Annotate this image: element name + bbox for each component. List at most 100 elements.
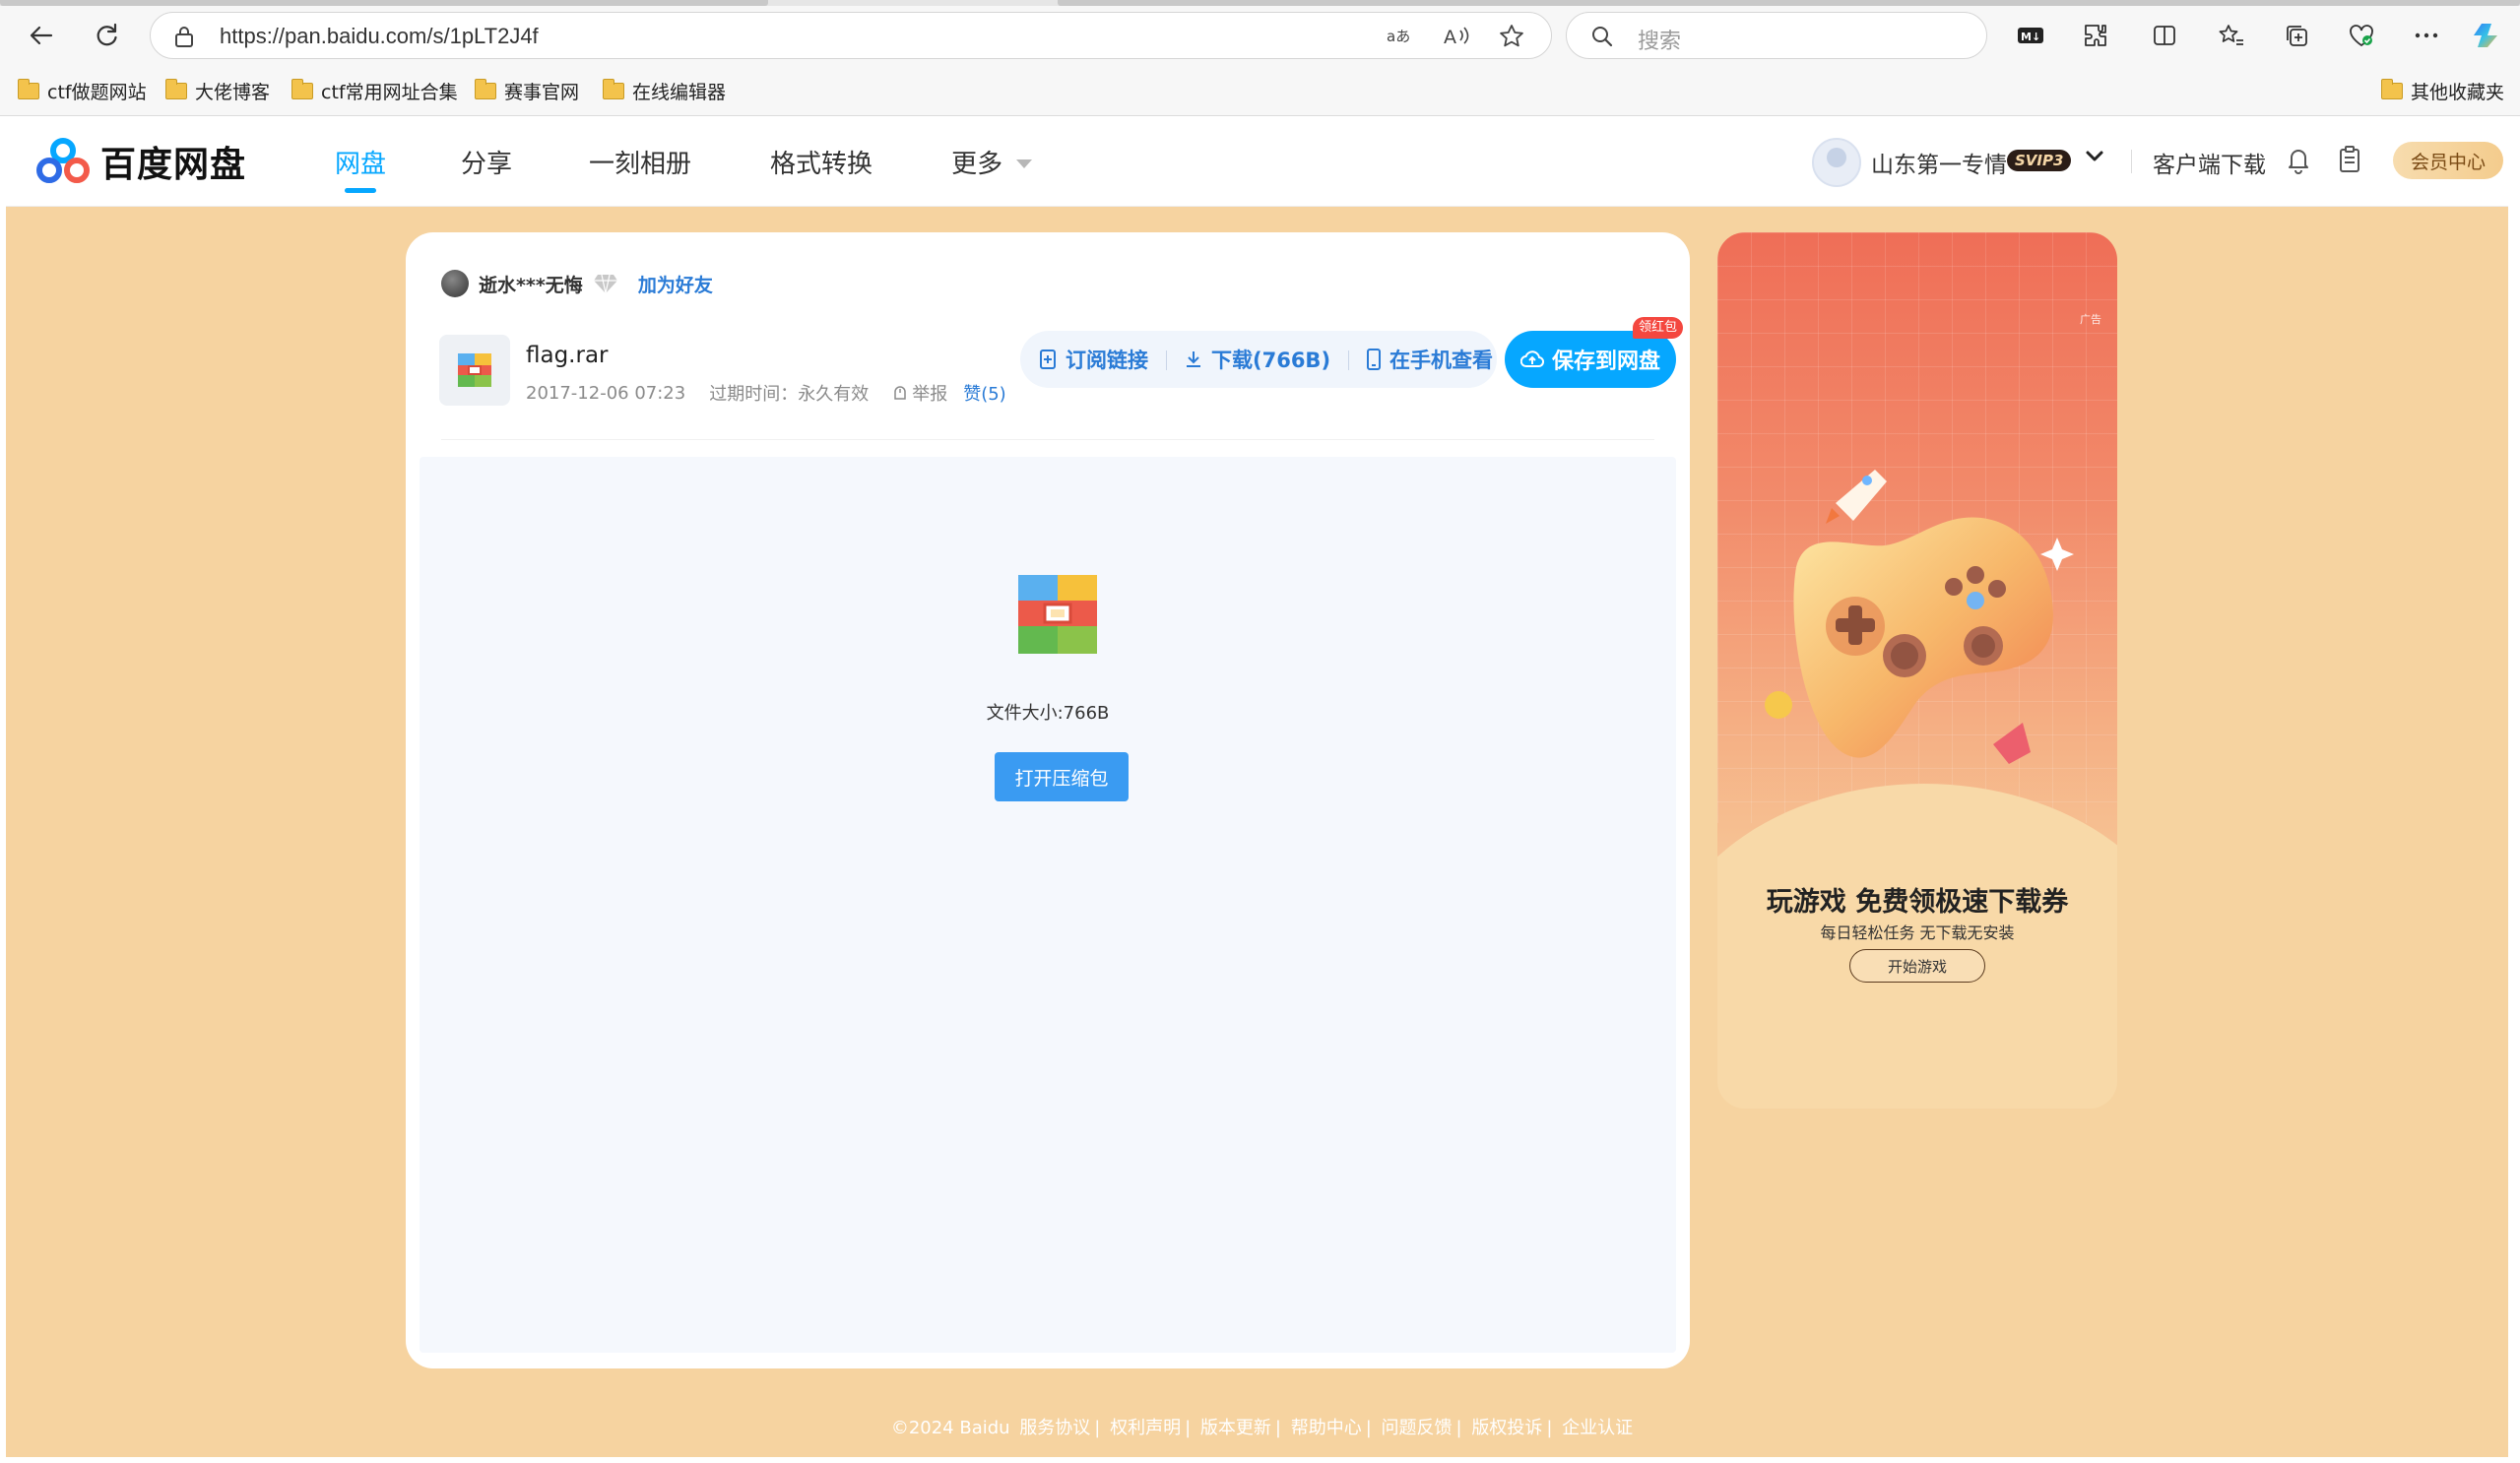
download-button[interactable]: 下载(766B) bbox=[1166, 345, 1348, 374]
subscribe-link-button[interactable]: 订阅链接 bbox=[1020, 345, 1166, 374]
read-aloud-icon[interactable]: A bbox=[1441, 21, 1472, 52]
bell-icon[interactable] bbox=[2283, 144, 2314, 175]
bookmarks-bar: ctf做题网站 大佬博客 ctf常用网址合集 赛事官网 在线编辑器 其他收藏夹 bbox=[0, 71, 2520, 110]
folder-icon bbox=[602, 78, 624, 99]
sharer-name[interactable]: 逝水***无悔 bbox=[479, 271, 583, 297]
browser-essentials-icon[interactable] bbox=[2344, 18, 2379, 53]
file-size-text: 文件大小:766B bbox=[986, 703, 1110, 724]
footer-link[interactable]: 版权投诉 bbox=[1471, 1418, 1542, 1438]
back-icon[interactable] bbox=[22, 16, 61, 55]
ad-subtitle: 每日轻松任务 无下载无安装 bbox=[1820, 923, 2015, 942]
markdown-extension-icon[interactable]: M↓ bbox=[2013, 18, 2048, 53]
add-friend-link[interactable]: 加为好友 bbox=[638, 271, 713, 297]
user-avatar[interactable] bbox=[1812, 138, 1861, 187]
download-icon bbox=[1187, 351, 1200, 367]
game-ad-banner[interactable]: 广告 玩游戏 免费领极速下载券 每日轻松任务 无下载无安装 开始游戏 bbox=[1717, 232, 2117, 1109]
lock-icon[interactable] bbox=[168, 21, 200, 52]
baidu-netdisk-logo[interactable]: 百度网盘 bbox=[35, 136, 246, 187]
site-header: 百度网盘 网盘 分享 一刻相册 格式转换 更多 山东第一专情 SVIP3 客户端… bbox=[6, 116, 2508, 207]
nav-share[interactable]: 分享 bbox=[461, 116, 512, 207]
username[interactable]: 山东第一专情 bbox=[1871, 146, 2007, 179]
footer-link[interactable]: 问题反馈 bbox=[1382, 1418, 1453, 1438]
browser-chrome: https://pan.baidu.com/s/1pLT2J4f aあ A 搜索… bbox=[0, 0, 2520, 116]
caret-down-icon bbox=[1016, 159, 1033, 168]
save-to-disk-button[interactable]: 保存到网盘 bbox=[1505, 331, 1676, 388]
refresh-icon[interactable] bbox=[87, 16, 126, 55]
collections-icon[interactable] bbox=[2279, 18, 2314, 53]
url-text[interactable]: https://pan.baidu.com/s/1pLT2J4f bbox=[220, 24, 539, 49]
tab-indicator[interactable] bbox=[0, 0, 768, 6]
footer-link[interactable]: 服务协议 bbox=[1019, 1418, 1090, 1438]
copilot-icon[interactable] bbox=[2470, 18, 2505, 53]
main-nav: 网盘 分享 一刻相册 格式转换 更多 bbox=[335, 116, 1033, 207]
subscribe-label: 订阅链接 bbox=[1066, 349, 1148, 372]
divider bbox=[2131, 150, 2132, 173]
rar-file-icon bbox=[439, 335, 510, 406]
bookmark-add-icon bbox=[1040, 350, 1056, 369]
bookmark-folder[interactable]: 赛事官网 bbox=[474, 75, 580, 106]
translate-icon[interactable]: aあ bbox=[1384, 21, 1415, 52]
svg-text:aあ: aあ bbox=[1387, 28, 1410, 45]
chevron-down-icon[interactable] bbox=[2084, 146, 2105, 167]
nav-more[interactable]: 更多 bbox=[951, 116, 1033, 207]
bookmark-folder[interactable]: ctf做题网站 bbox=[17, 75, 147, 106]
nav-album[interactable]: 一刻相册 bbox=[589, 116, 691, 207]
share-date: 2017-12-06 07:23 bbox=[526, 382, 686, 404]
folder-icon bbox=[164, 78, 187, 99]
address-bar[interactable]: https://pan.baidu.com/s/1pLT2J4f aあ A bbox=[150, 12, 1552, 59]
ad-label: 广告 bbox=[2080, 313, 2101, 326]
bookmark-label: 其他收藏夹 bbox=[2411, 81, 2505, 103]
divider bbox=[441, 439, 1654, 440]
nav-label: 格式转换 bbox=[770, 149, 873, 179]
footer-link[interactable]: 版本更新 bbox=[1200, 1418, 1271, 1438]
search-placeholder[interactable]: 搜索 bbox=[1638, 24, 1681, 55]
extensions-icon[interactable] bbox=[2078, 18, 2113, 53]
expire-value: 永久有效 bbox=[798, 384, 870, 405]
open-archive-button[interactable]: 打开压缩包 bbox=[995, 752, 1129, 801]
bookmark-folder[interactable]: ctf常用网址合集 bbox=[291, 75, 458, 106]
sharer-avatar[interactable] bbox=[441, 270, 469, 297]
browser-toolbar: https://pan.baidu.com/s/1pLT2J4f aあ A 搜索… bbox=[0, 10, 2520, 61]
expire-label: 过期时间： bbox=[709, 384, 799, 405]
bookmark-label: 赛事官网 bbox=[504, 81, 580, 103]
browser-search-box[interactable]: 搜索 bbox=[1566, 12, 1987, 59]
member-center-button[interactable]: 会员中心 bbox=[2393, 142, 2503, 179]
client-download-link[interactable]: 客户端下载 bbox=[2153, 146, 2266, 179]
nav-netdisk[interactable]: 网盘 bbox=[335, 116, 386, 207]
nav-format-convert[interactable]: 格式转换 bbox=[770, 116, 872, 207]
report-icon bbox=[894, 386, 906, 400]
footer-link[interactable]: 帮助中心 bbox=[1291, 1418, 1362, 1438]
search-icon bbox=[1586, 21, 1618, 52]
copyright: ©2024 Baidu bbox=[890, 1418, 1010, 1438]
bookmark-label: ctf做题网站 bbox=[47, 81, 147, 103]
view-on-phone-button[interactable]: 在手机查看 bbox=[1348, 345, 1511, 374]
red-packet-badge[interactable]: 领红包 bbox=[1633, 317, 1684, 339]
svg-text:A: A bbox=[1444, 27, 1456, 48]
footer-link[interactable]: 企业认证 bbox=[1562, 1418, 1633, 1438]
more-menu-icon[interactable] bbox=[2409, 18, 2444, 53]
svg-text:M↓: M↓ bbox=[2021, 31, 2040, 43]
file-name: flag.rar bbox=[526, 343, 609, 368]
tab-indicator[interactable] bbox=[1058, 0, 2520, 6]
likes-link[interactable]: 赞(5) bbox=[963, 380, 1006, 406]
footer-link[interactable]: 权利声明 bbox=[1110, 1418, 1181, 1438]
bookmark-label: 大佬博客 bbox=[195, 81, 271, 103]
bookmark-label: 在线编辑器 bbox=[632, 81, 727, 103]
split-screen-icon[interactable] bbox=[2147, 18, 2182, 53]
bookmark-label: ctf常用网址合集 bbox=[321, 81, 458, 103]
bookmark-folder[interactable]: 在线编辑器 bbox=[602, 75, 727, 106]
clipboard-icon[interactable] bbox=[2334, 144, 2365, 175]
cloud-upload-icon bbox=[1519, 350, 1544, 367]
diamond-icon bbox=[593, 274, 617, 294]
phone-icon bbox=[1367, 349, 1382, 370]
report-link[interactable]: 举报 bbox=[892, 380, 947, 406]
start-game-button[interactable]: 开始游戏 bbox=[1849, 949, 1985, 983]
favorites-icon[interactable] bbox=[2214, 18, 2249, 53]
favorite-star-icon[interactable] bbox=[1496, 21, 1527, 52]
other-bookmarks-folder[interactable]: 其他收藏夹 bbox=[2380, 75, 2505, 106]
save-label: 保存到网盘 bbox=[1551, 350, 1660, 374]
file-preview-area: 文件大小:766B 打开压缩包 bbox=[420, 457, 1676, 1353]
file-meta: 2017-12-06 07:23 过期时间： 永久有效 举报 赞(5) bbox=[526, 380, 1006, 406]
bookmark-folder[interactable]: 大佬博客 bbox=[164, 75, 271, 106]
folder-icon bbox=[17, 78, 39, 99]
